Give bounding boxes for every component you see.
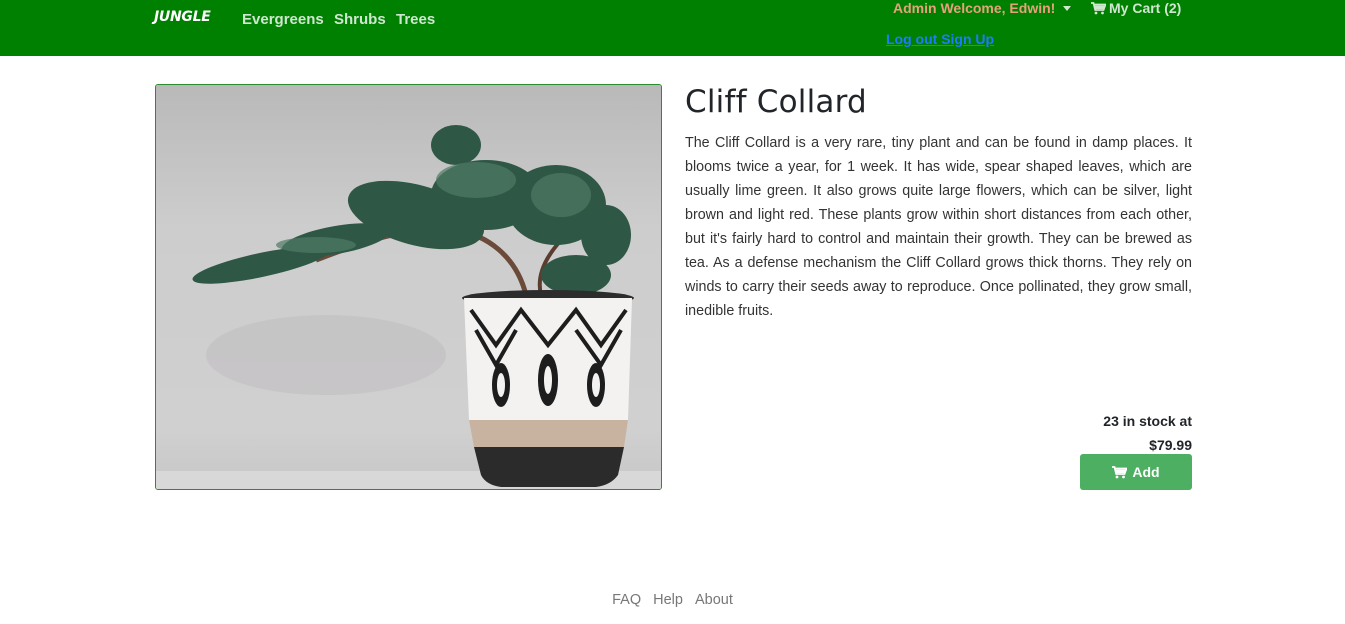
- add-to-cart-button[interactable]: Add: [1080, 454, 1192, 490]
- cart-icon: [1091, 1, 1106, 14]
- product-image: [155, 84, 662, 490]
- add-button-label: Add: [1132, 464, 1160, 480]
- my-cart-link[interactable]: My Cart (2): [1091, 0, 1181, 16]
- footer: FAQ Help About: [0, 592, 1345, 608]
- nav-link-evergreens[interactable]: Evergreens: [242, 11, 324, 28]
- nav-link-trees[interactable]: Trees: [396, 11, 435, 28]
- auth-links: Log out Sign Up: [886, 31, 994, 47]
- stock-price-block: 23 in stock at $79.99: [1103, 409, 1192, 457]
- product-title: Cliff Collard: [685, 84, 867, 120]
- signup-link[interactable]: Sign Up: [941, 31, 994, 47]
- cart-icon: [1112, 465, 1128, 478]
- product-description: The Cliff Collard is a very rare, tiny p…: [685, 135, 1192, 319]
- caret-down-icon: [1063, 5, 1072, 11]
- admin-dropdown[interactable]: Admin Welcome, Edwin!: [893, 0, 1072, 16]
- top-navbar: JUNGLE Evergreens Shrubs Trees Admin Wel…: [0, 0, 1345, 56]
- logout-link[interactable]: Log out: [886, 31, 937, 47]
- footer-link-help[interactable]: Help: [653, 592, 683, 608]
- cart-label: My Cart (2): [1109, 0, 1182, 16]
- admin-welcome-label: Admin Welcome, Edwin!: [893, 0, 1056, 16]
- brand-logo[interactable]: JUNGLE: [154, 9, 211, 25]
- stock-count: 23 in stock at: [1103, 413, 1192, 429]
- footer-link-faq[interactable]: FAQ: [612, 592, 641, 608]
- footer-link-about[interactable]: About: [695, 592, 733, 608]
- nav-link-shrubs[interactable]: Shrubs: [334, 11, 386, 28]
